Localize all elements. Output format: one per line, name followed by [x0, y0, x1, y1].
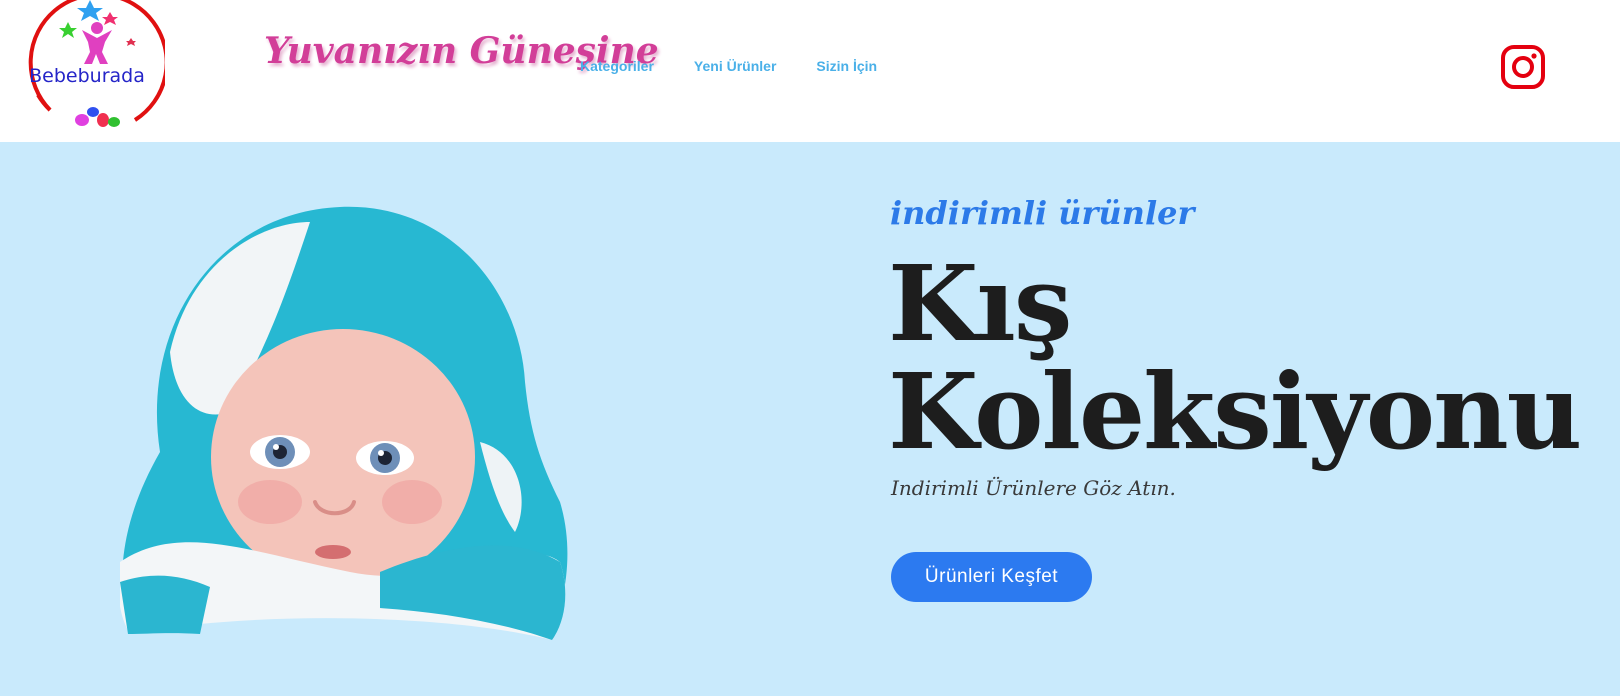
hero-eyebrow: indirimli ürünler — [890, 194, 1195, 232]
site-header: Bebeburada Yuvanızın Güneşine Kategorile… — [0, 0, 1620, 142]
hero-subhead: Indirimli Ürünlere Göz Atın. — [891, 476, 1176, 500]
hero-headline: Kış Koleksiyonu — [888, 242, 1582, 473]
logo-wordmark: Bebeburada — [29, 65, 145, 87]
baby-in-winter-hat-image — [120, 202, 570, 642]
hero-headline-line2: Koleksiyonu — [888, 350, 1582, 473]
hero-headline-line1: Kış — [888, 242, 1072, 365]
hero-banner: indirimli ürünler Kış Koleksiyonu Indiri… — [0, 142, 1620, 696]
bebeburada-logo[interactable]: Bebeburada — [10, 0, 165, 142]
nav-item-kategoriler[interactable]: Kategoriler — [580, 58, 654, 74]
main-nav: Kategoriler Yeni Ürünler Sizin İçin — [580, 58, 917, 74]
nav-item-yeni-urunler[interactable]: Yeni Ürünler — [694, 58, 776, 74]
instagram-icon[interactable] — [1500, 44, 1546, 90]
nav-item-sizin-icin[interactable]: Sizin İçin — [816, 58, 877, 74]
explore-products-button[interactable]: Ürünleri Keşfet — [891, 552, 1092, 602]
